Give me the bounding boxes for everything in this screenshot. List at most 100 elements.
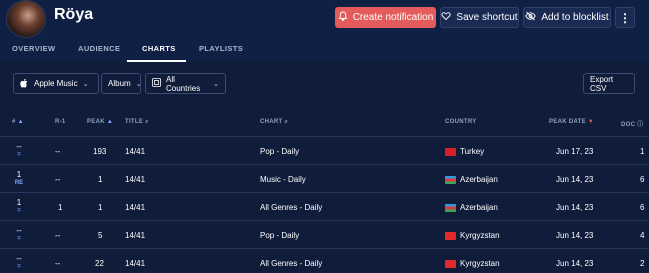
chevron-down-icon: ⌄ (213, 80, 219, 88)
title-value[interactable]: 14/41 (125, 175, 145, 184)
tab-playlists[interactable]: PLAYLISTS (199, 44, 243, 53)
platform-value: Apple Music (34, 79, 78, 88)
peak-value: 1 (98, 175, 103, 184)
save-shortcut-button[interactable]: Save shortcut (440, 7, 519, 28)
export-csv-label: Export CSV (590, 74, 614, 93)
sort-asc-icon: ▲ (106, 119, 114, 125)
sort-desc-icon: ▼ (587, 119, 595, 125)
r1-value: -- (55, 175, 61, 184)
tab-charts[interactable]: CHARTS (142, 44, 176, 53)
chart-value[interactable]: Music - Daily (260, 175, 306, 184)
rank-value: 1 (16, 170, 22, 179)
col-title[interactable]: TITLE ⌕ (125, 119, 149, 126)
turkey-flag-icon (445, 148, 456, 156)
peak-date-value: Jun 14, 23 (556, 231, 594, 240)
active-tab-indicator (127, 60, 186, 62)
peak-value: 1 (98, 203, 103, 212)
doc-value: 6 (640, 203, 645, 212)
chevron-down-icon: ⌄ (82, 80, 89, 88)
save-shortcut-label: Save shortcut (456, 12, 518, 23)
col-country[interactable]: COUNTRY (445, 119, 477, 125)
doc-value: 2 (640, 259, 645, 268)
search-icon[interactable]: ⌕ (145, 119, 149, 125)
peak-value: 22 (95, 259, 104, 268)
sort-asc-icon: ▲ (17, 119, 24, 125)
platform-select[interactable]: Apple Music ⌄ (13, 73, 99, 94)
col-chart[interactable]: CHART ⌕ (260, 119, 288, 126)
col-doc[interactable]: DOC ⓘ (621, 119, 644, 128)
doc-value: 1 (640, 147, 645, 156)
doc-value: 6 (640, 175, 645, 184)
azerbaijan-flag-icon (445, 176, 456, 184)
eye-off-icon (525, 11, 537, 24)
more-options-button[interactable]: ⋮ (615, 7, 635, 28)
add-to-blocklist-label: Add to blocklist (541, 12, 609, 23)
rank-value: -- (16, 226, 22, 235)
info-icon: ⓘ (637, 122, 644, 128)
chart-value[interactable]: All Genres - Daily (260, 259, 322, 268)
rank-value: -- (16, 254, 22, 263)
chart-value[interactable]: Pop - Daily (260, 147, 299, 156)
export-csv-button[interactable]: Export CSV (583, 73, 635, 94)
azerbaijan-flag-icon (445, 204, 456, 212)
artist-avatar (6, 0, 46, 38)
title-value[interactable]: 14/41 (125, 259, 145, 268)
r1-value: 1 (58, 203, 63, 212)
country-value: All Countries (166, 74, 201, 93)
add-to-blocklist-button[interactable]: Add to blocklist (523, 7, 611, 28)
col-rank[interactable]: # ▲ (12, 119, 24, 125)
country-value: Azerbaijan (460, 203, 498, 212)
bell-icon (338, 11, 348, 24)
create-notification-label: Create notification (352, 12, 434, 23)
rank-change: RE (14, 180, 24, 186)
rank-value: 1 (16, 198, 22, 207)
peak-date-value: Jun 14, 23 (556, 259, 594, 268)
peak-value: 193 (93, 147, 107, 156)
kyrgyzstan-flag-icon (445, 232, 456, 240)
r1-value: -- (55, 231, 61, 240)
table-row[interactable]: -- = -- 5 14/41 Pop - Daily Kyrgyzstan J… (0, 220, 649, 248)
type-value: Album (108, 79, 131, 88)
table-row[interactable]: -- = -- 22 14/41 All Genres - Daily Kyrg… (0, 248, 649, 273)
country-value: Azerbaijan (460, 175, 498, 184)
heart-icon (441, 11, 451, 24)
kyrgyzstan-flag-icon (445, 260, 456, 268)
col-peak[interactable]: PEAK ▲ (87, 119, 113, 125)
title-value[interactable]: 14/41 (125, 203, 145, 212)
rank-value: -- (16, 142, 22, 151)
tab-overview[interactable]: OVERVIEW (12, 44, 56, 53)
chevron-down-icon: ⌄ (135, 80, 142, 88)
rank-change: = (17, 208, 21, 214)
peak-date-value: Jun 14, 23 (556, 175, 594, 184)
country-value: Kyrgyzstan (460, 259, 500, 268)
country-grid-icon (152, 78, 161, 89)
apple-icon (20, 78, 29, 90)
doc-value: 4 (640, 231, 645, 240)
chart-value[interactable]: Pop - Daily (260, 231, 299, 240)
table-row[interactable]: -- = -- 193 14/41 Pop - Daily Turkey Jun… (0, 136, 649, 164)
r1-value: -- (55, 259, 61, 268)
title-value[interactable]: 14/41 (125, 147, 145, 156)
artist-header: Röya Create notification Save shortcut A… (0, 0, 649, 62)
artist-tabs: OVERVIEW AUDIENCE CHARTS PLAYLISTS (0, 40, 649, 62)
col-peak-date[interactable]: PEAK DATE ▼ (549, 119, 594, 125)
more-vertical-icon: ⋮ (619, 10, 631, 25)
rank-change: = (17, 236, 21, 242)
rank-change: = (17, 264, 21, 270)
table-row[interactable]: 1 = 1 1 14/41 All Genres - Daily Azerbai… (0, 192, 649, 220)
country-select[interactable]: All Countries ⌄ (145, 73, 226, 94)
col-r1[interactable]: R-1 (55, 119, 66, 125)
table-row[interactable]: 1 RE -- 1 14/41 Music - Daily Azerbaijan… (0, 164, 649, 192)
artist-name: Röya (54, 6, 94, 23)
peak-value: 5 (98, 231, 103, 240)
peak-date-value: Jun 17, 23 (556, 147, 594, 156)
type-select[interactable]: Album ⌄ (101, 73, 142, 94)
chart-value[interactable]: All Genres - Daily (260, 203, 322, 212)
create-notification-button[interactable]: Create notification (335, 7, 436, 28)
title-value[interactable]: 14/41 (125, 231, 145, 240)
rank-change: = (17, 152, 21, 158)
tab-audience[interactable]: AUDIENCE (78, 44, 120, 53)
country-value: Kyrgyzstan (460, 231, 500, 240)
search-icon[interactable]: ⌕ (284, 119, 288, 125)
peak-date-value: Jun 14, 23 (556, 203, 594, 212)
